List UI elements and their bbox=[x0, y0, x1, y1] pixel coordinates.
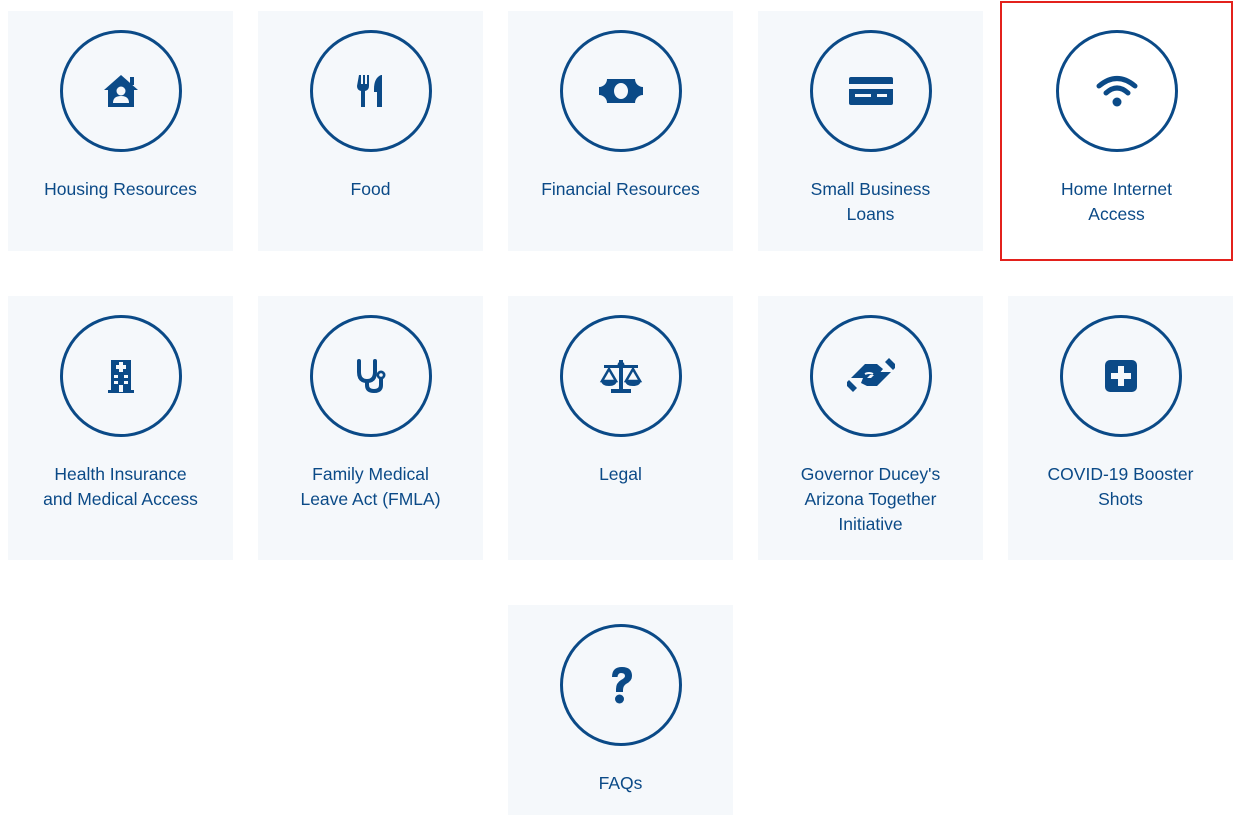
tile-label: Governor Ducey's Arizona Together Initia… bbox=[800, 464, 941, 534]
tile-label: Housing Resources bbox=[44, 179, 197, 199]
tile-label: Health Insurance and Medical Access bbox=[43, 464, 198, 509]
tile-legal[interactable]: Legal bbox=[508, 296, 733, 560]
icon-circle bbox=[559, 30, 682, 152]
medical-plus-icon bbox=[1104, 360, 1137, 392]
tile-label: COVID-19 Booster Shots bbox=[1047, 464, 1194, 509]
icon-circle bbox=[1059, 315, 1182, 437]
tile-fmla[interactable]: Family Medical Leave Act (FMLA) bbox=[258, 296, 483, 560]
icon-circle bbox=[809, 30, 932, 152]
tile-label: FAQs bbox=[598, 773, 643, 793]
tile-housing-resources[interactable]: Housing Resources bbox=[8, 11, 233, 251]
tile-label: Financial Resources bbox=[541, 179, 700, 199]
tile-health-insurance[interactable]: Health Insurance and Medical Access bbox=[8, 296, 233, 560]
icon-circle bbox=[59, 30, 182, 152]
tile-faqs[interactable]: FAQs bbox=[508, 605, 733, 815]
tile-home-internet-access[interactable]: Home Internet Access bbox=[1000, 1, 1233, 261]
icon-circle bbox=[1055, 30, 1178, 152]
tile-small-business-loans[interactable]: Small Business Loans bbox=[758, 11, 983, 251]
tile-covid-booster[interactable]: COVID-19 Booster Shots bbox=[1008, 296, 1233, 560]
icon-circle bbox=[309, 30, 432, 152]
hospital-icon bbox=[107, 360, 134, 393]
utensils-icon bbox=[356, 75, 382, 107]
icon-circle bbox=[559, 315, 682, 437]
question-icon bbox=[611, 667, 632, 704]
money-bill-icon bbox=[598, 79, 643, 103]
tile-label: Small Business Loans bbox=[810, 179, 931, 224]
balance-scale-icon bbox=[599, 360, 642, 393]
tile-label: Food bbox=[350, 179, 391, 199]
icon-circle bbox=[309, 315, 432, 437]
tile-label: Family Medical Leave Act (FMLA) bbox=[300, 464, 441, 509]
stethoscope-icon bbox=[356, 359, 385, 394]
tile-label: Home Internet Access bbox=[1061, 179, 1172, 224]
tile-food[interactable]: Food bbox=[258, 11, 483, 251]
icon-circle bbox=[559, 624, 682, 746]
tile-arizona-together[interactable]: Governor Ducey's Arizona Together Initia… bbox=[758, 296, 983, 560]
icon-circle bbox=[809, 315, 932, 437]
tile-financial-resources[interactable]: Financial Resources bbox=[508, 11, 733, 251]
house-person-icon bbox=[103, 75, 138, 107]
credit-card-icon bbox=[848, 77, 893, 105]
icon-circle bbox=[59, 315, 182, 437]
tile-label: Legal bbox=[599, 464, 642, 484]
handshake-icon bbox=[846, 358, 895, 392]
wifi-icon bbox=[1096, 76, 1137, 107]
